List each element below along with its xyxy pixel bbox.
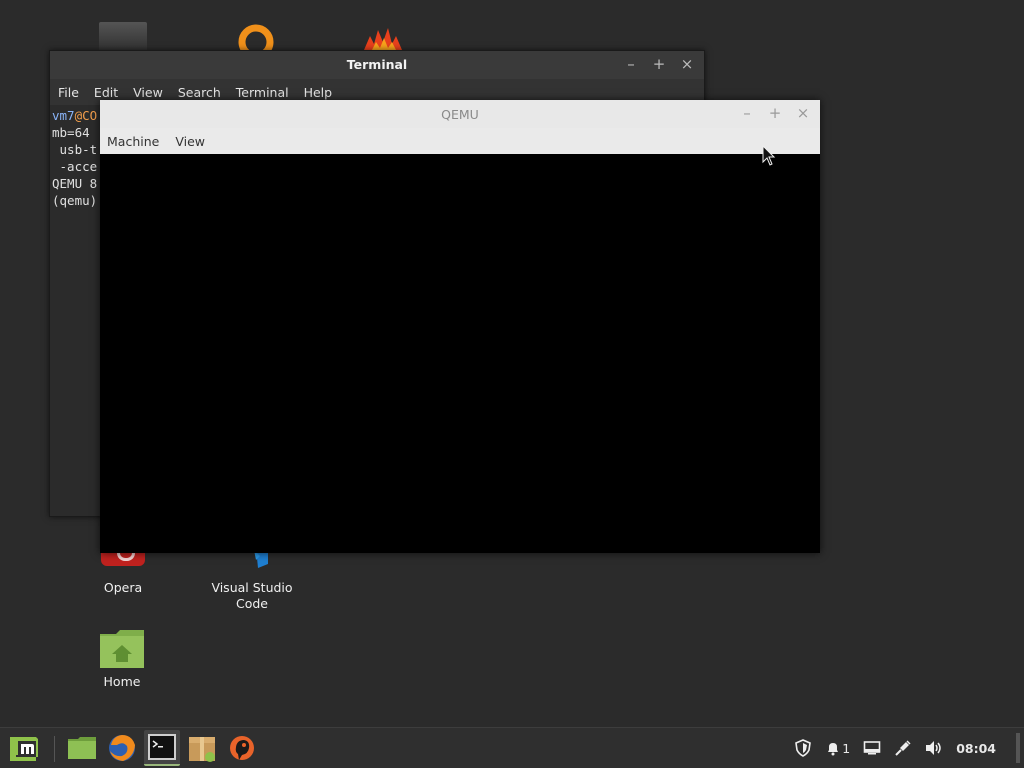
qemu-title: QEMU	[441, 107, 479, 122]
desktop-icon-label: Home	[103, 674, 141, 689]
desktop-icon-computer-partial[interactable]	[98, 22, 148, 50]
menu-machine[interactable]: Machine	[107, 134, 159, 149]
desktop-icon-label: Opera	[103, 580, 143, 595]
orange-ring-icon	[238, 24, 274, 50]
minimize-button[interactable]: –	[740, 105, 754, 121]
tray-network[interactable]	[894, 739, 912, 757]
desktop-icon-home[interactable]: Home	[72, 628, 172, 690]
mouse-cursor-icon	[762, 145, 776, 166]
tray-shield[interactable]	[794, 739, 812, 757]
taskbar-terminal-button[interactable]	[144, 730, 180, 766]
taskbar-firefox-button[interactable]	[104, 730, 140, 766]
maximize-button[interactable]: +	[652, 56, 666, 72]
menu-button[interactable]	[6, 730, 42, 766]
taskbar-archive-button[interactable]	[184, 730, 220, 766]
notification-count: 1	[842, 740, 851, 756]
menu-help[interactable]: Help	[304, 85, 333, 100]
linux-mint-logo-icon	[10, 737, 38, 761]
qemu-icon	[230, 736, 254, 760]
display-monitor-icon	[863, 741, 881, 755]
qemu-menubar: Machine View	[100, 128, 820, 155]
maximize-button[interactable]: +	[768, 105, 782, 121]
tray-notifications[interactable]: 1	[825, 740, 850, 756]
firefox-icon	[109, 735, 135, 761]
tray-display[interactable]	[863, 740, 881, 756]
computer-icon	[99, 22, 147, 50]
volume-speaker-icon	[926, 741, 941, 755]
desktop-icon-flame-partial[interactable]	[358, 22, 408, 50]
taskbar-files-button[interactable]	[64, 730, 100, 766]
menu-edit[interactable]: Edit	[94, 85, 118, 100]
clock[interactable]: 08:04	[956, 741, 996, 756]
terminal-titlebar[interactable]: Terminal – + ×	[50, 51, 704, 79]
firewall-flame-icon	[364, 28, 402, 50]
taskbar-separator	[54, 736, 55, 762]
tray-volume[interactable]	[925, 740, 943, 756]
menu-search[interactable]: Search	[178, 85, 221, 100]
terminal-icon	[148, 734, 176, 760]
menu-view[interactable]: View	[133, 85, 163, 100]
notification-bell-icon	[828, 743, 839, 756]
shield-icon	[795, 739, 812, 757]
taskbar-qemu-button[interactable]	[224, 730, 260, 766]
network-wired-icon	[895, 740, 911, 756]
close-button[interactable]: ×	[680, 56, 694, 72]
menu-view[interactable]: View	[175, 134, 205, 149]
qemu-window[interactable]: QEMU – + × Machine View	[100, 100, 820, 553]
desktop-icon-label: Visual Studio Code	[211, 580, 293, 611]
archive-package-icon	[189, 737, 215, 762]
system-tray: 1 08:04	[794, 728, 1024, 768]
minimize-button[interactable]: –	[624, 56, 638, 72]
home-folder-icon	[100, 630, 144, 668]
folder-icon	[68, 737, 96, 759]
desktop-icon-vscode[interactable]: Visual Studio Code	[202, 548, 302, 612]
terminal-title: Terminal	[346, 57, 408, 72]
prompt-at: @	[74, 108, 83, 123]
desktop-icon-ring-partial[interactable]	[232, 22, 282, 50]
prompt-user: vm7	[52, 108, 75, 123]
close-button[interactable]: ×	[796, 105, 810, 121]
desktop-icon-opera[interactable]: Opera	[73, 548, 173, 596]
terminal-window-controls: – + ×	[624, 56, 694, 72]
taskbar: 1 08:04	[0, 727, 1024, 768]
menu-file[interactable]: File	[58, 85, 79, 100]
show-desktop-button[interactable]	[1016, 733, 1020, 763]
prompt-host: CO	[82, 108, 98, 123]
qemu-titlebar[interactable]: QEMU – + ×	[100, 100, 820, 128]
qemu-display[interactable]	[100, 154, 820, 553]
menu-terminal[interactable]: Terminal	[236, 85, 289, 100]
qemu-window-controls: – + ×	[740, 105, 810, 121]
